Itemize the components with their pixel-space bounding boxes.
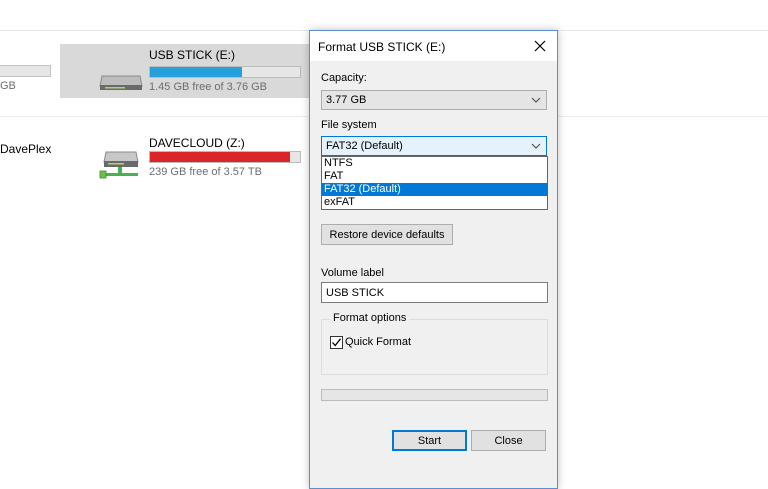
filesystem-select[interactable]: FAT32 (Default) — [321, 136, 547, 156]
format-progress-bar — [321, 389, 548, 401]
volume-label-label: Volume label — [321, 267, 384, 279]
close-icon[interactable] — [523, 31, 557, 61]
volume-label-input[interactable] — [322, 283, 547, 302]
drive-usage-bar — [149, 66, 301, 78]
filesystem-value: FAT32 (Default) — [326, 140, 403, 152]
usb-drive-icon — [98, 66, 144, 92]
close-button[interactable]: Close — [471, 430, 546, 451]
chevron-down-icon — [531, 97, 541, 103]
chevron-down-icon — [531, 143, 541, 149]
dialog-title: Format USB STICK (E:) — [318, 40, 446, 54]
filesystem-option-fat[interactable]: FAT — [322, 170, 547, 183]
drive-tile-usb-stick[interactable]: USB STICK (E:) 1.45 GB free of 3.76 GB — [60, 44, 310, 98]
drive-free-space: 239 GB free of 3.57 TB — [149, 166, 262, 178]
drive-name: USB STICK (E:) — [149, 48, 236, 62]
filesystem-dropdown-list: NTFS FAT FAT32 (Default) exFAT — [321, 156, 548, 210]
drive-free-space: 1.45 GB free of 3.76 GB — [149, 81, 268, 93]
capacity-label: Capacity: — [321, 72, 367, 84]
network-drive-icon — [96, 146, 144, 180]
start-button[interactable]: Start — [392, 430, 467, 451]
capacity-value: 3.77 GB — [326, 94, 367, 106]
checkmark-icon — [332, 338, 342, 347]
dialog-titlebar[interactable]: Format USB STICK (E:) — [310, 31, 557, 61]
format-options-group: Format options Quick Format — [321, 312, 548, 375]
drive-name: DAVECLOUD (Z:) — [149, 136, 245, 150]
drive-tile-davecloud[interactable]: DAVECLOUD (Z:) 239 GB free of 3.57 TB — [60, 130, 310, 184]
partial-drive-usage-bar — [0, 65, 51, 77]
volume-label-field[interactable] — [321, 282, 548, 303]
capacity-select[interactable]: 3.77 GB — [321, 90, 547, 110]
format-options-label: Format options — [330, 312, 410, 324]
quick-format-label[interactable]: Quick Format — [345, 336, 411, 348]
restore-defaults-button[interactable]: Restore device defaults — [321, 224, 453, 245]
filesystem-label: File system — [321, 119, 377, 131]
quick-format-checkbox[interactable] — [330, 336, 343, 349]
filesystem-option-ntfs[interactable]: NTFS — [322, 157, 547, 170]
drive-usage-bar — [149, 151, 301, 163]
filesystem-option-fat32[interactable]: FAT32 (Default) — [322, 183, 547, 196]
partial-drive-name[interactable]: DavePlex — [0, 142, 51, 156]
filesystem-option-exfat[interactable]: exFAT — [322, 196, 547, 209]
partial-drive-free-text: GB — [0, 80, 16, 92]
format-dialog: Format USB STICK (E:) Capacity: 3.77 GB … — [309, 30, 558, 489]
